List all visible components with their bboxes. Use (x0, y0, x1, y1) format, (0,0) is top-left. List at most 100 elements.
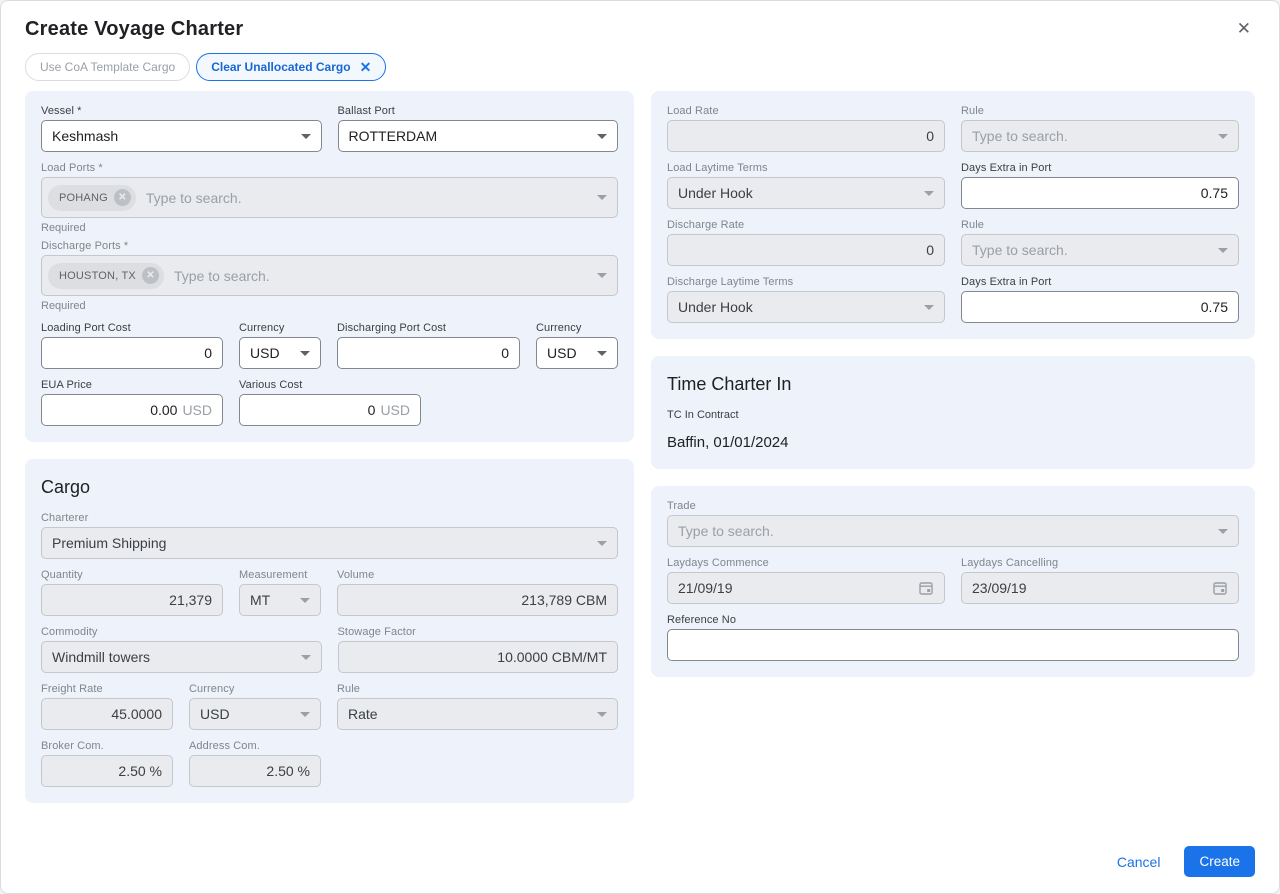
ballast-port-field: Ballast Port ROTTERDAM (337, 105, 618, 152)
discharging-currency-select[interactable]: USD (536, 337, 618, 369)
measurement-select: MT (239, 584, 321, 616)
chevron-down-icon (1218, 247, 1228, 253)
clear-unallocated-cargo-chip[interactable]: Clear Unallocated Cargo ✕ (196, 53, 387, 81)
time-charter-in-panel: Time Charter In TC In Contract Baffin, 0… (651, 356, 1255, 469)
dialog-content: Vessel * Keshmash Ballast Port ROTTERDAM (1, 91, 1279, 834)
load-laytime-value: Under Hook (678, 185, 753, 201)
remove-chip-icon[interactable]: ✕ (113, 189, 131, 206)
charterer-select: Premium Shipping (41, 527, 618, 559)
discharge-laytime-label: Discharge Laytime Terms (667, 276, 794, 288)
discharging-port-cost-input[interactable]: 0 (337, 337, 520, 369)
quantity-label: Quantity (41, 569, 83, 581)
discharge-rule-placeholder: Type to search. (972, 242, 1068, 258)
freight-currency-field: Currency USD (189, 683, 321, 730)
discharge-rate-value: 0 (926, 242, 934, 258)
discharging-port-cost-field: Discharging Port Cost 0 (337, 322, 520, 369)
load-rate-field: Load Rate 0 (667, 105, 945, 152)
load-laytime-label: Load Laytime Terms (667, 162, 768, 174)
commodity-field: Commodity Windmill towers (41, 626, 322, 673)
cargo-panel: Cargo Charterer Premium Shipping Quantit… (25, 459, 634, 803)
discharge-rule-select: Type to search. (961, 234, 1239, 266)
loading-currency-label: Currency (239, 322, 285, 334)
chevron-down-icon (300, 711, 310, 717)
loading-port-cost-input[interactable]: 0 (41, 337, 223, 369)
freight-currency-label: Currency (189, 683, 235, 695)
create-button[interactable]: Create (1184, 846, 1255, 877)
use-coa-template-cargo-label: Use CoA Template Cargo (40, 60, 176, 74)
chevron-down-icon (597, 195, 607, 200)
create-voyage-charter-dialog: Create Voyage Charter ✕ Use CoA Template… (0, 0, 1280, 894)
chevron-down-icon (597, 133, 607, 139)
load-laytime-field: Load Laytime Terms Under Hook (667, 162, 945, 209)
port-chip: HOUSTON, TX ✕ (48, 262, 164, 289)
laydays-cancelling-input: 23/09/19 (961, 572, 1239, 604)
load-rate-value: 0 (926, 128, 934, 144)
chevron-down-icon (300, 654, 311, 660)
ballast-port-select[interactable]: ROTTERDAM (337, 120, 618, 152)
eua-price-input[interactable]: 0.00 USD (41, 394, 223, 426)
load-ports-helper: Required (41, 222, 86, 234)
stowage-factor-input: 10.0000 CBM/MT (337, 641, 618, 673)
loading-port-cost-label: Loading Port Cost (41, 322, 131, 334)
discharge-laytime-value: Under Hook (678, 299, 753, 315)
loading-currency-field: Currency USD (239, 322, 321, 369)
load-rate-label: Load Rate (667, 105, 719, 117)
discharge-rate-field: Discharge Rate 0 (667, 219, 945, 266)
vessel-field: Vessel * Keshmash (41, 105, 322, 152)
eua-price-label: EUA Price (41, 379, 93, 391)
discharge-days-extra-input[interactable]: 0.75 (961, 291, 1239, 323)
address-com-field: Address Com. 2.50 % (189, 740, 321, 787)
discharge-ports-label: Discharge Ports * (41, 240, 129, 252)
chevron-down-icon (597, 540, 607, 546)
dialog-footer: Cancel Create (1, 834, 1279, 893)
left-column: Vessel * Keshmash Ballast Port ROTTERDAM (25, 91, 634, 820)
loading-port-cost-value: 0 (204, 345, 212, 361)
cancel-button[interactable]: Cancel (1103, 848, 1175, 876)
chevron-down-icon (924, 190, 934, 196)
discharge-days-extra-value: 0.75 (1200, 299, 1228, 315)
discharging-port-cost-label: Discharging Port Cost (337, 322, 447, 334)
load-ports-multiselect: POHANG ✕ Type to search. (41, 177, 618, 218)
discharge-ports-helper: Required (41, 300, 86, 312)
load-rule-placeholder: Type to search. (972, 128, 1068, 144)
load-rule-field: Rule Type to search. (961, 105, 1239, 152)
use-coa-template-cargo-chip[interactable]: Use CoA Template Cargo (25, 53, 191, 81)
reference-no-field: Reference No (667, 614, 1239, 661)
charterer-field: Charterer Premium Shipping (41, 512, 618, 559)
port-chip-label: POHANG (59, 191, 108, 204)
ballast-port-value: ROTTERDAM (348, 128, 438, 144)
calendar-icon (1212, 580, 1228, 596)
various-cost-input[interactable]: 0 USD (239, 394, 421, 426)
load-rate-input: 0 (667, 120, 945, 152)
close-icon[interactable]: ✕ (1233, 16, 1255, 41)
laydays-cancelling-field: Laydays Cancelling 23/09/19 (961, 557, 1239, 604)
remove-chip-icon[interactable]: ✕ (141, 267, 159, 284)
load-laytime-select: Under Hook (667, 177, 945, 209)
volume-field: Volume 213,789 CBM (337, 569, 618, 616)
load-days-extra-input[interactable]: 0.75 (961, 177, 1239, 209)
rates-panel: Load Rate 0 Rule Type to search. Load La… (651, 91, 1255, 339)
dialog-header: Create Voyage Charter ✕ (1, 1, 1279, 49)
volume-input: 213,789 CBM (337, 584, 618, 616)
vessel-select[interactable]: Keshmash (41, 120, 322, 152)
reference-no-input[interactable] (667, 629, 1239, 661)
trade-field: Trade Type to search. (667, 500, 1239, 547)
tc-in-contract-value: Baffin, 01/01/2024 (667, 434, 789, 451)
broker-com-input: 2.50 % (41, 755, 173, 787)
clear-unallocated-cargo-label: Clear Unallocated Cargo (211, 60, 351, 74)
cargo-rule-select: Rate (337, 698, 618, 730)
freight-rate-value: 45.0000 (111, 706, 162, 722)
address-com-input: 2.50 % (189, 755, 321, 787)
freight-currency-select: USD (189, 698, 321, 730)
various-cost-label: Various Cost (239, 379, 303, 391)
discharging-currency-value: USD (547, 345, 577, 361)
commodity-label: Commodity (41, 626, 98, 638)
load-ports-placeholder: Type to search. (145, 189, 242, 206)
loading-currency-select[interactable]: USD (239, 337, 321, 369)
cargo-rule-label: Rule (337, 683, 361, 695)
measurement-label: Measurement (239, 569, 308, 581)
load-rule-select: Type to search. (961, 120, 1239, 152)
chevron-down-icon (597, 273, 607, 278)
discharging-currency-label: Currency (536, 322, 582, 334)
clear-chip-close-icon[interactable]: ✕ (360, 59, 372, 76)
